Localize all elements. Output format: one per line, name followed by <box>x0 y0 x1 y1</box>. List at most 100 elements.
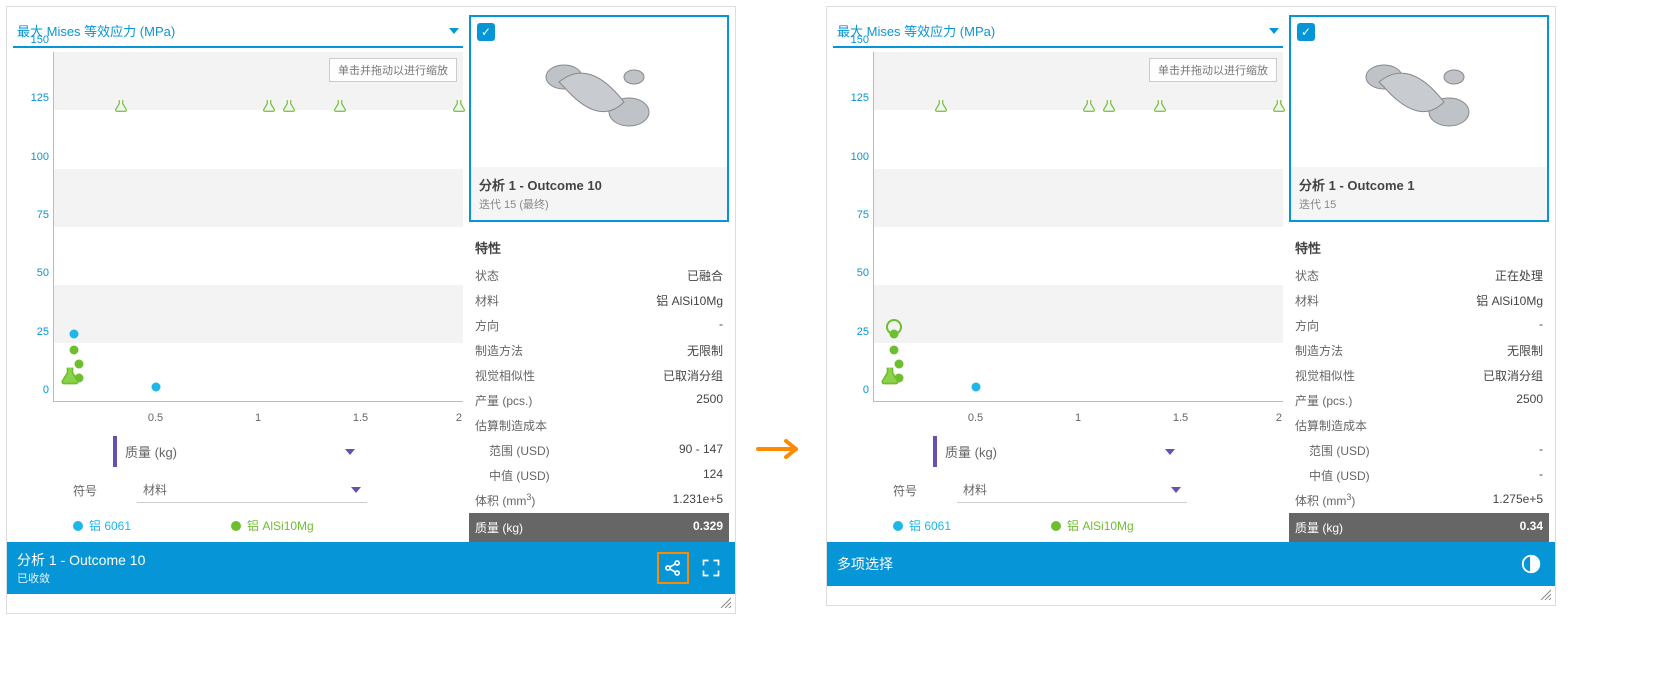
prop-row-status: 状态已融合 <box>475 263 723 288</box>
prop-row-visual: 视觉相似性已取消分组 <box>475 363 723 388</box>
resize-handle-icon[interactable] <box>1539 586 1555 605</box>
properties-section: 特性 状态已融合 材料铝 AlSi10Mg 方向- 制造方法无限制 视觉相似性已… <box>469 232 729 542</box>
prop-row-material: 材料铝 AlSi10Mg <box>475 288 723 313</box>
legend-item[interactable]: 铝 6061 <box>893 517 951 534</box>
xaxis-dropdown-label: 质量 (kg) <box>125 442 177 461</box>
x-axis: 0.5 1 1.5 2 <box>53 406 463 432</box>
properties-section: 特性 状态正在处理 材料铝 AlSi10Mg 方向- 制造方法无限制 视觉相似性… <box>1289 232 1549 542</box>
prop-row-volume: 体积 (mm3)1.275e+5 <box>1295 488 1543 513</box>
outcome-panel-left: 最大 Mises 等效应力 (MPa) 0 25 50 75 100 125 1… <box>6 6 736 614</box>
x-axis: 0.5 1 1.5 2 <box>873 406 1283 432</box>
symbol-label: 符号 <box>893 482 917 499</box>
outcome-preview-card[interactable]: ✓ 分析 1 - Outcome 1 迭代 15 <box>1289 15 1549 222</box>
legend-item[interactable]: 铝 AlSi10Mg <box>1051 517 1134 534</box>
prop-row-status: 状态正在处理 <box>1295 263 1543 288</box>
xaxis-dropdown[interactable]: 质量 (kg) <box>933 436 1183 467</box>
flask-icon[interactable] <box>114 98 128 114</box>
legend-dot-icon <box>1051 521 1061 531</box>
outcome-preview-card[interactable]: ✓ 分析 1 - Outcome 10 迭代 15 (最终) <box>469 15 729 222</box>
flask-icon[interactable] <box>1153 98 1167 114</box>
flask-icon[interactable] <box>1272 98 1286 114</box>
selection-status-bar: 分析 1 - Outcome 10 已收敛 <box>7 542 735 594</box>
prop-row-qty: 产量 (pcs.)2500 <box>475 388 723 413</box>
prop-row-orientation: 方向- <box>475 313 723 338</box>
share-button[interactable] <box>659 554 687 582</box>
compare-button[interactable] <box>1517 550 1545 578</box>
scatter-chart[interactable]: 0 25 50 75 100 125 150 单击并拖动以进行缩放 <box>833 52 1283 432</box>
detail-column: ✓ 分析 1 - Outcome 1 迭代 15 特性 状态正在处理 材料铝 A… <box>1289 15 1549 542</box>
legend-dot-icon <box>893 521 903 531</box>
chevron-down-icon <box>345 449 355 455</box>
plot-area[interactable]: 单击并拖动以进行缩放 <box>873 52 1283 402</box>
prop-row-volume: 体积 (mm3)1.231e+5 <box>475 488 723 513</box>
chart-column: 最大 Mises 等效应力 (MPa) 0 25 50 75 100 125 1… <box>13 15 463 542</box>
yaxis-dropdown[interactable]: 最大 Mises 等效应力 (MPa) <box>13 15 463 48</box>
properties-heading: 特性 <box>475 238 723 257</box>
statusbar-subtitle: 已收敛 <box>17 570 145 586</box>
arrow-right-icon <box>756 437 806 464</box>
flask-icon-selected[interactable] <box>60 365 80 387</box>
statusbar-title: 多项选择 <box>837 554 893 574</box>
prop-row-cost-header: 估算制造成本 <box>1295 413 1543 438</box>
dot-marker[interactable] <box>152 383 161 392</box>
y-axis: 0 25 50 75 100 125 150 <box>833 52 873 402</box>
dot-marker[interactable] <box>890 330 899 339</box>
symbol-dropdown[interactable]: 材料 <box>957 477 1187 503</box>
scatter-chart[interactable]: 0 25 50 75 100 125 150 单击并拖动以进行缩放 <box>13 52 463 432</box>
flask-icon[interactable] <box>282 98 296 114</box>
xaxis-dropdown[interactable]: 质量 (kg) <box>113 436 363 467</box>
xaxis-dropdown-label: 质量 (kg) <box>945 442 997 461</box>
prop-row-mass: 质量 (kg)0.329 <box>469 513 729 542</box>
chevron-down-icon <box>1269 28 1279 34</box>
symbol-dropdown[interactable]: 材料 <box>137 477 367 503</box>
zoom-hint: 单击并拖动以进行缩放 <box>329 58 457 82</box>
yaxis-dropdown[interactable]: 最大 Mises 等效应力 (MPa) <box>833 15 1283 48</box>
flask-icon-selected[interactable] <box>880 365 900 387</box>
legend-item[interactable]: 铝 AlSi10Mg <box>231 517 314 534</box>
legend-dot-icon <box>73 521 83 531</box>
check-icon: ✓ <box>477 23 495 41</box>
prop-row-material: 材料铝 AlSi10Mg <box>1295 288 1543 313</box>
preview-subtitle: 迭代 15 <box>1299 196 1539 212</box>
prop-row-mass: 质量 (kg)0.34 <box>1289 513 1549 542</box>
outcome-thumbnail <box>471 17 727 167</box>
flask-icon[interactable] <box>262 98 276 114</box>
outcome-panel-right: 最大 Mises 等效应力 (MPa) 0 25 50 75 100 125 1… <box>826 6 1556 606</box>
symbol-dropdown-label: 材料 <box>963 481 987 498</box>
prop-row-range: 范围 (USD)- <box>1295 438 1543 463</box>
dot-marker[interactable] <box>890 346 899 355</box>
dot-marker[interactable] <box>70 330 79 339</box>
prop-row-visual: 视觉相似性已取消分组 <box>1295 363 1543 388</box>
prop-row-orientation: 方向- <box>1295 313 1543 338</box>
expand-button[interactable] <box>697 554 725 582</box>
prop-row-median: 中值 (USD)124 <box>475 463 723 488</box>
flask-icon[interactable] <box>333 98 347 114</box>
chevron-down-icon <box>449 28 459 34</box>
legend: 铝 6061 铝 AlSi10Mg <box>73 517 463 534</box>
plot-area[interactable]: 单击并拖动以进行缩放 <box>53 52 463 402</box>
legend-item[interactable]: 铝 6061 <box>73 517 131 534</box>
prop-row-qty: 产量 (pcs.)2500 <box>1295 388 1543 413</box>
flask-icon[interactable] <box>934 98 948 114</box>
prop-row-median: 中值 (USD)- <box>1295 463 1543 488</box>
flask-icon[interactable] <box>1082 98 1096 114</box>
chevron-down-icon <box>1165 449 1175 455</box>
dot-marker[interactable] <box>972 383 981 392</box>
resize-handle-icon[interactable] <box>719 594 735 613</box>
chevron-down-icon <box>1171 487 1181 493</box>
flask-icon[interactable] <box>1102 98 1116 114</box>
chart-column: 最大 Mises 等效应力 (MPa) 0 25 50 75 100 125 1… <box>833 15 1283 542</box>
legend-label: 铝 AlSi10Mg <box>1067 517 1134 534</box>
statusbar-title: 分析 1 - Outcome 10 <box>17 550 145 570</box>
symbol-label: 符号 <box>73 482 97 499</box>
legend: 铝 6061 铝 AlSi10Mg <box>893 517 1283 534</box>
legend-label: 铝 6061 <box>909 517 951 534</box>
check-icon: ✓ <box>1297 23 1315 41</box>
dot-marker[interactable] <box>70 346 79 355</box>
outcome-thumbnail <box>1291 17 1547 167</box>
preview-title: 分析 1 - Outcome 10 <box>479 175 719 194</box>
flask-icon[interactable] <box>452 98 466 114</box>
prop-row-cost-header: 估算制造成本 <box>475 413 723 438</box>
properties-heading: 特性 <box>1295 238 1543 257</box>
preview-title: 分析 1 - Outcome 1 <box>1299 175 1539 194</box>
